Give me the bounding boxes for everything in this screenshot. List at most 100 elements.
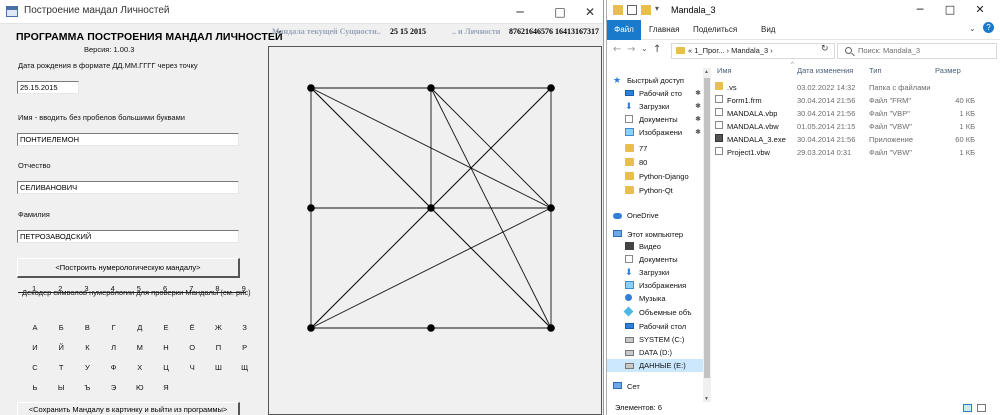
explorer-minimize-button[interactable]: ─ <box>905 0 935 20</box>
file-type: Файл "VBW" <box>869 122 912 131</box>
save-mandala-button[interactable]: <Сохранить Мандалу в картинку и выйти из… <box>17 402 240 415</box>
nav-item[interactable]: Сет <box>607 380 703 393</box>
tab-view[interactable]: Вид <box>761 25 775 34</box>
nav-item[interactable]: Музыка <box>607 292 703 305</box>
file-row[interactable]: Form1.frm 30.04.2014 21:56 Файл "FRM" 40 КБ <box>711 95 1000 107</box>
build-mandala-button[interactable]: <Построить нумерологическую мандалу> <box>17 258 240 278</box>
nav-item[interactable]: ★ Быстрый доступ <box>607 74 703 87</box>
music-icon <box>625 294 632 301</box>
nav-item-label: ДАННЫЕ (E:) <box>639 361 686 370</box>
nav-item[interactable]: Python-Qt <box>607 184 703 197</box>
file-row[interactable]: .vs 03.02.2022 14:32 Папка с файлами <box>711 82 1000 94</box>
tab-share[interactable]: Поделиться <box>693 25 737 34</box>
nav-item-label: Документы <box>639 115 678 124</box>
birth-date-input[interactable]: 25.15.2015 <box>17 81 79 94</box>
nav-item[interactable]: Видео <box>607 240 703 253</box>
search-placeholder: Поиск: Mandala_3 <box>858 46 921 55</box>
nav-item-label: 80 <box>639 158 648 167</box>
file-name: MANDALA_3.exe <box>727 135 786 144</box>
decoder-letter: Ё <box>189 323 195 332</box>
surname-input[interactable]: ПЕТРОЗАВОДСКИЙ <box>17 230 239 243</box>
nav-item[interactable]: Изображени ✱ <box>607 126 703 139</box>
nav-item[interactable]: 80 <box>607 156 703 169</box>
scrollbar-thumb[interactable] <box>704 78 710 378</box>
decoder-letter: Г <box>111 323 116 332</box>
large-icons-view-icon[interactable] <box>977 404 986 412</box>
nav-item-label: Изображения <box>639 281 687 290</box>
drive-icon <box>625 363 634 369</box>
nav-item[interactable]: Объемные объ <box>607 306 703 319</box>
minimize-button[interactable]: ─ <box>504 0 536 24</box>
properties-icon[interactable] <box>627 5 637 15</box>
file-size: 1 КБ <box>959 122 975 131</box>
patronymic-label: Отчество <box>18 161 51 170</box>
ribbon-expand-icon[interactable]: ⌄ <box>969 24 976 33</box>
explorer-titlebar[interactable]: ▾ Mandala_3 ─ □ ✕ <box>607 0 1000 20</box>
maximize-button[interactable]: □ <box>544 0 576 24</box>
nav-item[interactable]: 77 <box>607 142 703 155</box>
file-row[interactable]: MANDALA_3.exe 30.04.2014 21:56 Приложение 6… <box>711 134 1000 146</box>
vb-titlebar[interactable]: Построение мандал Личностей ─ □ ✕ <box>0 0 603 24</box>
tab-file[interactable]: Файл <box>607 20 641 40</box>
nav-item[interactable]: Python-Django <box>607 170 703 183</box>
column-size[interactable]: Размер <box>935 66 961 75</box>
decoder-letter: Э <box>110 383 117 392</box>
explorer-close-button[interactable]: ✕ <box>965 0 995 20</box>
doc-icon <box>625 115 633 123</box>
search-input[interactable]: Поиск: Mandala_3 <box>837 43 997 59</box>
search-icon <box>845 47 852 54</box>
nav-item[interactable]: ⬇ Загрузки ✱ <box>607 100 703 113</box>
tab-home[interactable]: Главная <box>649 25 679 34</box>
recent-locations-button[interactable]: ⌄ <box>641 44 648 53</box>
file-row[interactable]: Project1.vbw 29.03.2014 0:31 Файл "VBW" 1 К… <box>711 147 1000 159</box>
name-input[interactable]: ПОНТИЕЛЕМОН <box>17 133 239 146</box>
nav-item[interactable]: Рабочий сто ✱ <box>607 87 703 100</box>
quick-access-dropdown-icon[interactable]: ▾ <box>655 4 659 13</box>
nav-item[interactable]: ⬇ Загрузки <box>607 266 703 279</box>
up-button[interactable]: ↑ <box>653 44 661 55</box>
mandala-node <box>307 84 315 92</box>
explorer-maximize-button[interactable]: □ <box>935 0 965 20</box>
nav-item[interactable]: Документы <box>607 253 703 266</box>
program-heading: ПРОГРАММА ПОСТРОЕНИЯ МАНДАЛ ЛИЧНОСТЕЙ <box>16 31 283 43</box>
decoder-letter: Ц <box>163 363 169 372</box>
nav-item[interactable]: Рабочий стол <box>607 320 703 333</box>
back-button[interactable]: ← <box>613 44 621 55</box>
mandala-node <box>547 204 555 212</box>
explorer-window: ▾ Mandala_3 ─ □ ✕ Файл Главная Поделитьс… <box>606 0 1000 415</box>
desk-icon <box>625 90 634 96</box>
file-row[interactable]: MANDALA.vbw 01.05.2014 21:15 Файл "VBW" 1 К… <box>711 121 1000 133</box>
nav-item[interactable]: SYSTEM (C:) <box>607 333 703 346</box>
decoder-letter: Е <box>163 323 169 332</box>
decoder-letter: Я <box>163 383 169 392</box>
file-size: 60 КБ <box>955 135 975 144</box>
nav-pane-scrollbar[interactable]: ▲ ▼ <box>703 68 711 404</box>
nav-item-label: Python-Django <box>639 172 689 181</box>
new-folder-icon[interactable] <box>641 5 651 15</box>
details-view-icon[interactable] <box>963 404 972 412</box>
column-date[interactable]: Дата изменения <box>797 66 853 75</box>
img-icon <box>625 281 634 289</box>
nav-item[interactable]: Документы ✱ <box>607 113 703 126</box>
nav-item-label: Изображени <box>639 128 683 137</box>
file-date: 29.03.2014 0:31 <box>797 148 852 157</box>
decoder-letter: Ф <box>110 363 117 372</box>
nav-item[interactable]: Изображения <box>607 279 703 292</box>
scroll-up-icon[interactable]: ▲ <box>704 69 709 75</box>
nav-item-label: Объемные объ <box>639 308 692 317</box>
column-type[interactable]: Тип <box>869 66 882 75</box>
nav-item[interactable]: DATA (D:) <box>607 346 703 359</box>
refresh-icon[interactable]: ↻ <box>821 44 829 54</box>
nav-item[interactable]: OneDrive <box>607 209 703 222</box>
mandala-node <box>547 324 555 332</box>
address-bar[interactable]: « 1_Прог... › Mandala_3 › <box>671 43 835 59</box>
close-button[interactable]: ✕ <box>574 0 603 24</box>
3d-icon <box>623 306 634 317</box>
column-name[interactable]: Имя <box>717 66 732 75</box>
patronymic-input[interactable]: СЕЛИВАНОВИЧ <box>17 181 239 194</box>
file-row[interactable]: MANDALA.vbp 30.04.2014 21:56 Файл "VBP" 1 К… <box>711 108 1000 120</box>
forward-button[interactable]: → <box>627 44 635 55</box>
decoder-letter: Щ <box>241 363 249 372</box>
nav-item[interactable]: ДАННЫЕ (E:) <box>607 359 703 372</box>
help-icon[interactable]: ? <box>983 22 994 33</box>
